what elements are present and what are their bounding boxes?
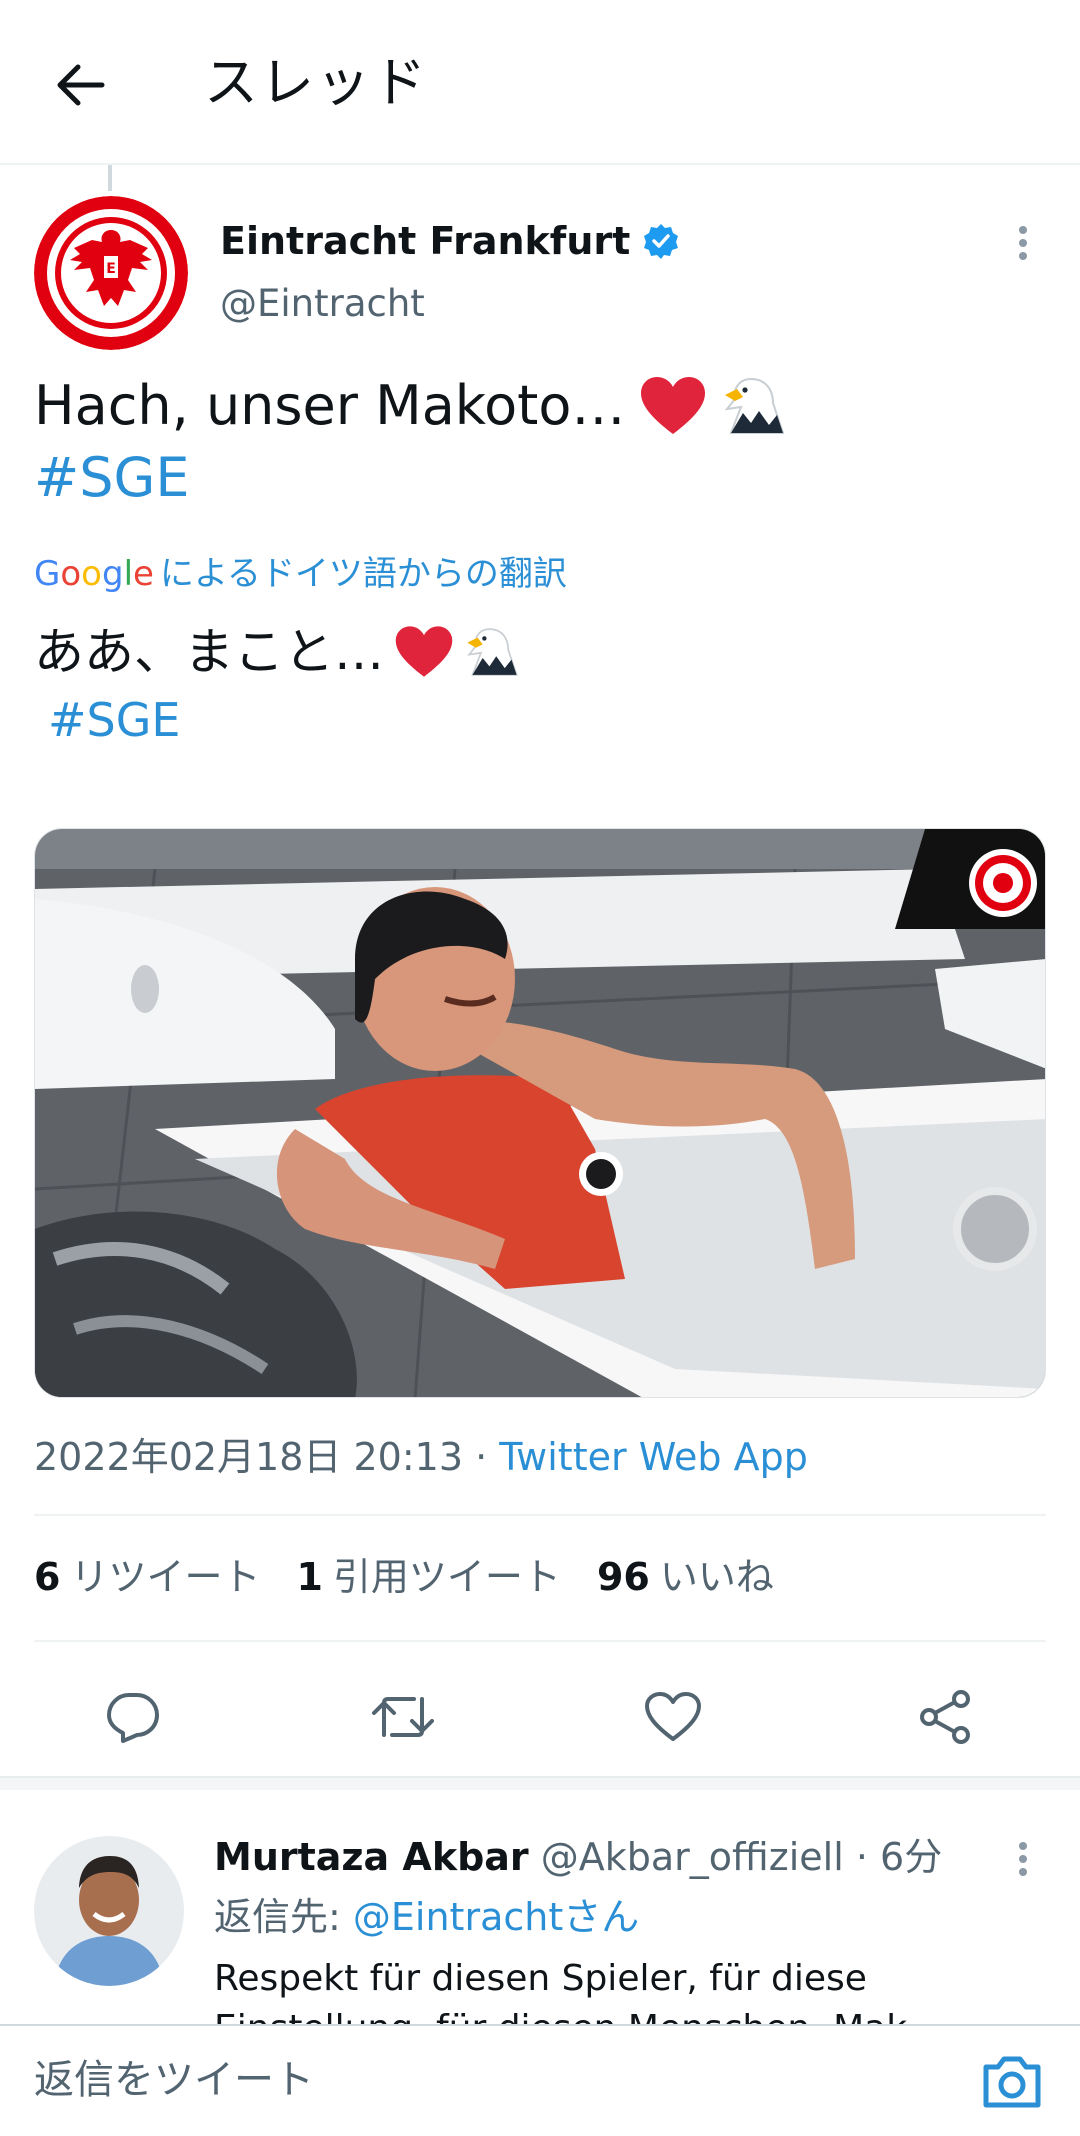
reply-to-line: 返信先: @Eintrachtさん: [214, 1892, 639, 1942]
retweets-count: 6: [34, 1555, 61, 1599]
tweet-text: Hach, unser Makoto… #SGE: [34, 370, 1044, 514]
timestamp-text: 2022年02月18日 20:13 ·: [34, 1435, 500, 1479]
author-handle[interactable]: @Eintracht: [220, 282, 425, 326]
translated-text-line: ああ、まこと…: [34, 623, 384, 681]
back-button[interactable]: [40, 50, 120, 120]
translated-text: ああ、まこと… #SGE: [34, 618, 520, 754]
reply-composer: 返信をツイート: [0, 2024, 1080, 2136]
reply-text: Respekt für diesen Spieler, für diese Ei…: [214, 1958, 907, 2024]
retweet-icon: [372, 1697, 434, 1737]
player-in-ice-bath-photo: [35, 829, 1045, 1397]
camera-icon: [983, 2056, 1041, 2108]
likes-count: 96: [596, 1555, 650, 1599]
tweet-timestamp: 2022年02月18日 20:13 · Twitter Web App: [34, 1432, 808, 1482]
red-heart-icon: [641, 377, 706, 434]
retweet-button[interactable]: [368, 1682, 438, 1752]
svg-text:E: E: [106, 261, 116, 277]
google-logo: Google: [34, 554, 154, 594]
share-button[interactable]: [910, 1682, 980, 1752]
page-title: スレッド: [204, 51, 428, 114]
more-vertical-icon: [1019, 1842, 1027, 1876]
top-bar: スレッド: [0, 0, 1080, 165]
translation-label: によるドイツ語からの翻訳: [159, 554, 567, 594]
author-name[interactable]: Eintracht Frankfurt: [220, 218, 680, 264]
red-heart-icon: [395, 626, 453, 677]
reply-to-mention[interactable]: @Eintrachtさん: [353, 1895, 639, 1939]
share-icon: [920, 1690, 970, 1744]
author-name-text: Eintracht Frankfurt: [220, 219, 631, 263]
reply-author-name[interactable]: Murtaza Akbar: [214, 1835, 529, 1879]
reply-to-prefix: 返信先:: [214, 1895, 353, 1939]
reply-more-options-button[interactable]: [1000, 1836, 1046, 1882]
avatar[interactable]: E: [34, 196, 188, 350]
eagle-icon: [467, 628, 518, 676]
section-separator: [0, 1776, 1080, 1790]
retweets-stat[interactable]: 6 リツイート: [34, 1552, 260, 1602]
quotes-label: 引用ツイート: [332, 1555, 561, 1599]
reply-header: Murtaza Akbar @Akbar_offiziell · 6分: [214, 1832, 942, 1882]
likes-label: いいね: [659, 1555, 774, 1599]
tweet-photo[interactable]: [34, 828, 1046, 1398]
more-options-button[interactable]: [1000, 220, 1046, 266]
reply-time: · 6分: [843, 1835, 943, 1879]
reply-icon: [107, 1693, 159, 1743]
retweets-label: リツイート: [70, 1555, 261, 1599]
divider: [34, 1640, 1046, 1642]
arrow-left-icon: [57, 64, 105, 106]
verified-badge-icon: [644, 224, 679, 259]
user-avatar-photo: [34, 1836, 184, 1986]
quotes-count: 1: [296, 1555, 323, 1599]
thread-connector-line: [108, 165, 112, 191]
reply-avatar[interactable]: [34, 1836, 184, 1986]
eintracht-logo-icon: E: [34, 196, 188, 350]
hashtag-link[interactable]: #SGE: [34, 442, 190, 514]
tweet-text-line: Hach, unser Makoto…: [34, 374, 626, 437]
reply-input[interactable]: 返信をツイート: [34, 2054, 314, 2106]
reply-author-handle[interactable]: @Akbar_offiziell: [541, 1835, 844, 1879]
translated-hashtag-link[interactable]: #SGE: [34, 686, 180, 754]
translation-attribution[interactable]: Google によるドイツ語からの翻訳: [34, 552, 567, 596]
likes-stat[interactable]: 96 いいね: [597, 1552, 774, 1602]
like-icon: [645, 1692, 701, 1741]
camera-button[interactable]: [976, 2046, 1048, 2118]
tweet-action-bar: [0, 1672, 1080, 1762]
like-button[interactable]: [638, 1682, 708, 1752]
tweet-stats: 6 リツイート 1 引用ツイート 96 いいね: [34, 1552, 774, 1602]
reply-button[interactable]: [98, 1682, 168, 1752]
eagle-icon: [725, 377, 785, 434]
source-app-link[interactable]: Twitter Web App: [499, 1435, 808, 1479]
divider: [34, 1514, 1046, 1516]
more-vertical-icon: [1019, 226, 1027, 260]
quotes-stat[interactable]: 1 引用ツイート: [296, 1552, 560, 1602]
